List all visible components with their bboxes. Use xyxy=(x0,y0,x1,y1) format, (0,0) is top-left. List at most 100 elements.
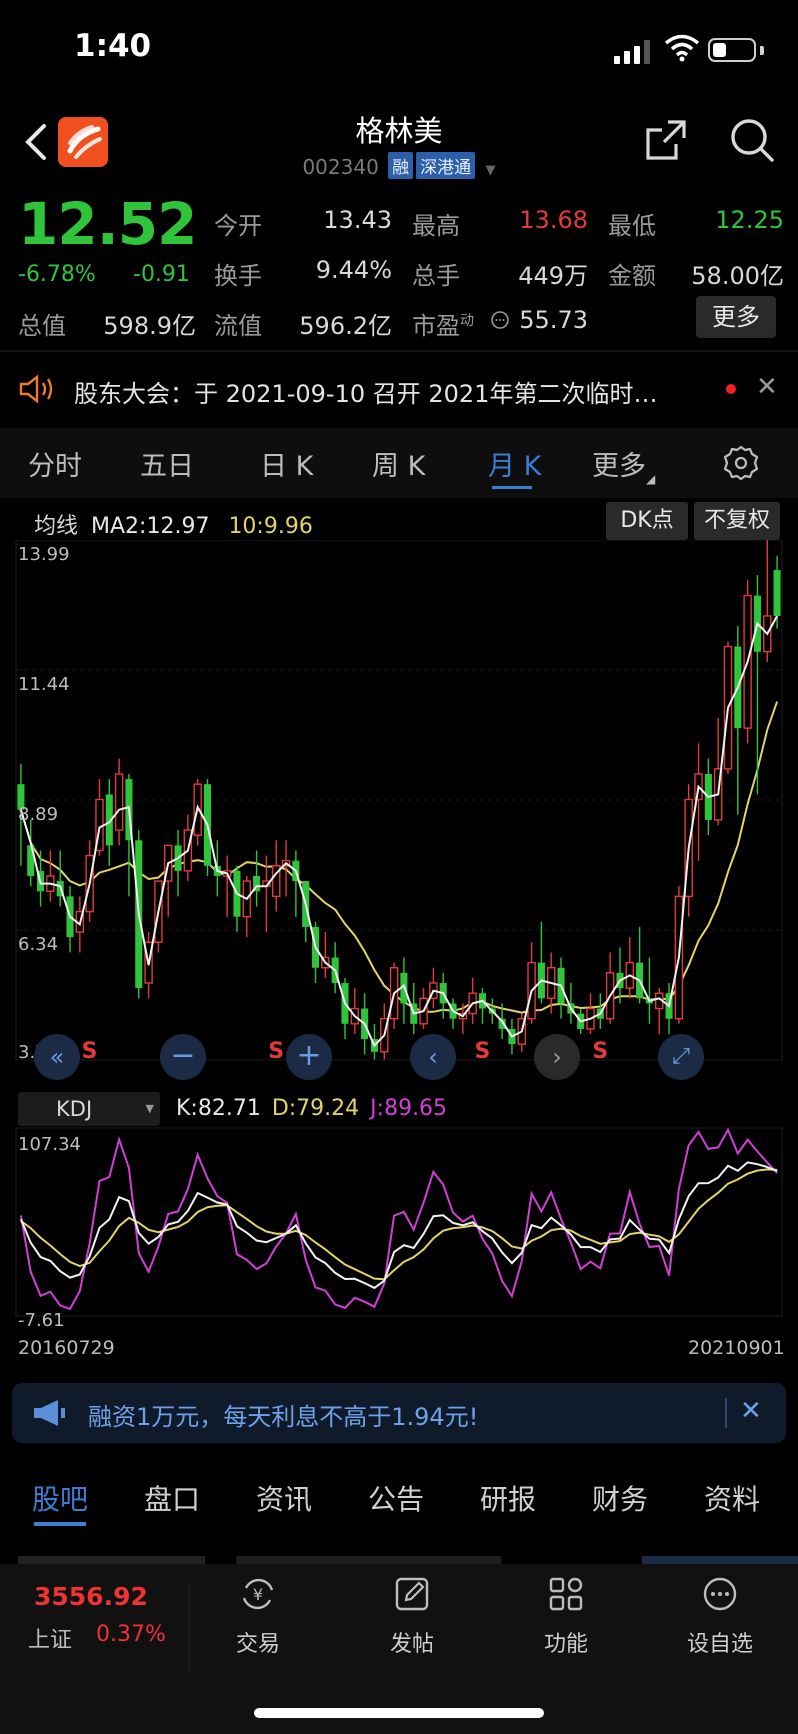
candle-body xyxy=(773,570,781,616)
turnover-label: 换手 xyxy=(214,262,262,290)
pe-sup: 动 xyxy=(460,313,474,329)
open-label: 今开 xyxy=(214,212,262,240)
tab-profile[interactable]: 资料 xyxy=(704,1478,760,1518)
wifi-icon xyxy=(664,34,700,62)
status-time: 1:40 xyxy=(74,28,152,64)
last-price: 12.52 xyxy=(18,190,197,258)
prev-icon[interactable]: ‹ xyxy=(410,1034,456,1080)
pe-label-text: 市盈 xyxy=(412,312,460,340)
kdj-ymin: -7.61 xyxy=(18,1310,65,1331)
battery-icon xyxy=(708,38,756,62)
cellular-signal-icon xyxy=(614,38,654,64)
tab-weekly-k[interactable]: 周 K xyxy=(372,444,425,483)
share-icon[interactable] xyxy=(644,118,688,162)
corner-arrow-icon: ◢ xyxy=(646,472,656,486)
ma-label: 均线 xyxy=(34,514,79,539)
y-axis-ticks: 13.9911.448.896.343.79 xyxy=(18,544,70,1063)
kdj-j: J:89.65 xyxy=(370,1096,448,1121)
active-tab-indicator xyxy=(34,1522,86,1526)
info-icon[interactable] xyxy=(490,310,510,330)
ma2-line xyxy=(19,615,778,1048)
tab-pankou[interactable]: 盘口 xyxy=(144,1478,200,1518)
indicator-select-value: KDJ xyxy=(56,1097,93,1121)
change-amount: -0.91 xyxy=(133,262,190,287)
volume-label: 总手 xyxy=(412,262,460,290)
mktcap-value: 598.9亿 xyxy=(103,312,196,340)
post-button[interactable]: 发帖 xyxy=(362,1574,462,1658)
tab-intraday[interactable]: 分时 xyxy=(28,444,82,483)
tab-news[interactable]: 资讯 xyxy=(256,1478,312,1518)
more-button[interactable]: 更多 xyxy=(696,296,776,338)
close-icon[interactable]: ✕ xyxy=(756,372,778,402)
grid-icon xyxy=(549,1577,583,1611)
tab-announcements[interactable]: 公告 xyxy=(368,1478,424,1518)
zoom-out-icon[interactable]: − xyxy=(160,1034,206,1080)
tab-more-label: 更多 xyxy=(592,451,646,482)
trade-label: 交易 xyxy=(235,1632,280,1657)
pe-label: 市盈动 xyxy=(412,306,474,341)
signal-marker: S xyxy=(474,1039,490,1064)
ma2-path xyxy=(19,615,778,1048)
svg-text:¥: ¥ xyxy=(253,1585,263,1604)
tab-daily-k[interactable]: 日 K xyxy=(260,444,313,483)
chevron-down-icon: ▼ xyxy=(485,163,496,178)
more-circle-icon xyxy=(703,1577,737,1611)
change-percent: -6.78% xyxy=(18,262,96,287)
features-label: 功能 xyxy=(543,1632,588,1657)
speaker-icon xyxy=(19,374,53,404)
mktcap-label: 总值 xyxy=(18,312,66,340)
signal-marker: S xyxy=(82,1039,98,1064)
unread-dot xyxy=(726,384,736,394)
tab-more[interactable]: 更多◢ xyxy=(592,444,655,486)
amount-label: 金额 xyxy=(608,262,656,290)
home-indicator xyxy=(254,1708,544,1718)
features-button[interactable]: 功能 xyxy=(516,1574,616,1658)
gear-icon[interactable] xyxy=(722,444,760,482)
kdj-d-line xyxy=(20,1168,778,1281)
battery-tip xyxy=(760,46,764,55)
high-value: 13.68 xyxy=(519,206,588,234)
tab-five-day[interactable]: 五日 xyxy=(140,444,194,483)
tab-monthly-k[interactable]: 月 K xyxy=(488,444,541,483)
divider xyxy=(725,1398,727,1428)
chevron-down-icon: ▼ xyxy=(145,1102,154,1115)
ma2-value: MA2:12.97 xyxy=(91,514,210,539)
pe-value: 55.73 xyxy=(519,306,588,334)
indicator-select[interactable]: KDJ ▼ xyxy=(18,1092,160,1126)
divider xyxy=(188,1584,190,1674)
adjust-button[interactable]: 不复权 xyxy=(694,502,780,540)
scroll-left-icon[interactable]: « xyxy=(34,1034,80,1080)
tab-finance[interactable]: 财务 xyxy=(592,1478,648,1518)
index-value[interactable]: 3556.92 xyxy=(34,1582,148,1611)
close-icon[interactable]: ✕ xyxy=(740,1396,762,1426)
y-tick-label: 8.89 xyxy=(18,804,58,825)
fullscreen-icon[interactable]: ⤢ xyxy=(658,1034,704,1080)
active-tab-indicator xyxy=(492,486,532,489)
date-end: 20210901 xyxy=(688,1337,785,1359)
trade-button[interactable]: ¥ 交易 xyxy=(208,1574,308,1658)
float-value: 596.2亿 xyxy=(299,312,392,340)
y-tick-label: 11.44 xyxy=(18,674,70,695)
add-watchlist-button[interactable]: 设自选 xyxy=(670,1574,770,1658)
tab-guba[interactable]: 股吧 xyxy=(32,1478,88,1518)
y-tick-label: 13.99 xyxy=(18,544,70,565)
notice-text[interactable]: 股东大会：于 2021-09-10 召开 2021年第二次临时… xyxy=(74,374,657,409)
megaphone-icon xyxy=(34,1400,65,1426)
kdj-k-line xyxy=(19,1161,778,1290)
index-percent: 0.37% xyxy=(96,1622,166,1647)
dk-button[interactable]: DK点 xyxy=(606,502,688,540)
search-icon[interactable] xyxy=(728,116,776,164)
kdj-d: D:79.24 xyxy=(271,1096,360,1121)
kdj-k: K:82.71 xyxy=(176,1096,261,1121)
low-label: 最低 xyxy=(608,212,656,240)
zoom-in-icon[interactable]: + xyxy=(286,1034,332,1080)
connect-tag: 深港通 xyxy=(416,152,476,179)
low-value: 12.25 xyxy=(715,206,784,234)
tab-reports[interactable]: 研报 xyxy=(480,1478,536,1518)
candlestick-chart[interactable]: 13.9911.448.896.343.79 SSSSS xyxy=(0,540,798,1360)
high-label: 最高 xyxy=(412,212,460,240)
next-icon[interactable]: › xyxy=(534,1034,580,1080)
promo-text[interactable]: 融资1万元，每天利息不高于1.94元! xyxy=(88,1397,478,1432)
index-name: 上证 xyxy=(28,1628,73,1653)
open-value: 13.43 xyxy=(323,206,392,234)
